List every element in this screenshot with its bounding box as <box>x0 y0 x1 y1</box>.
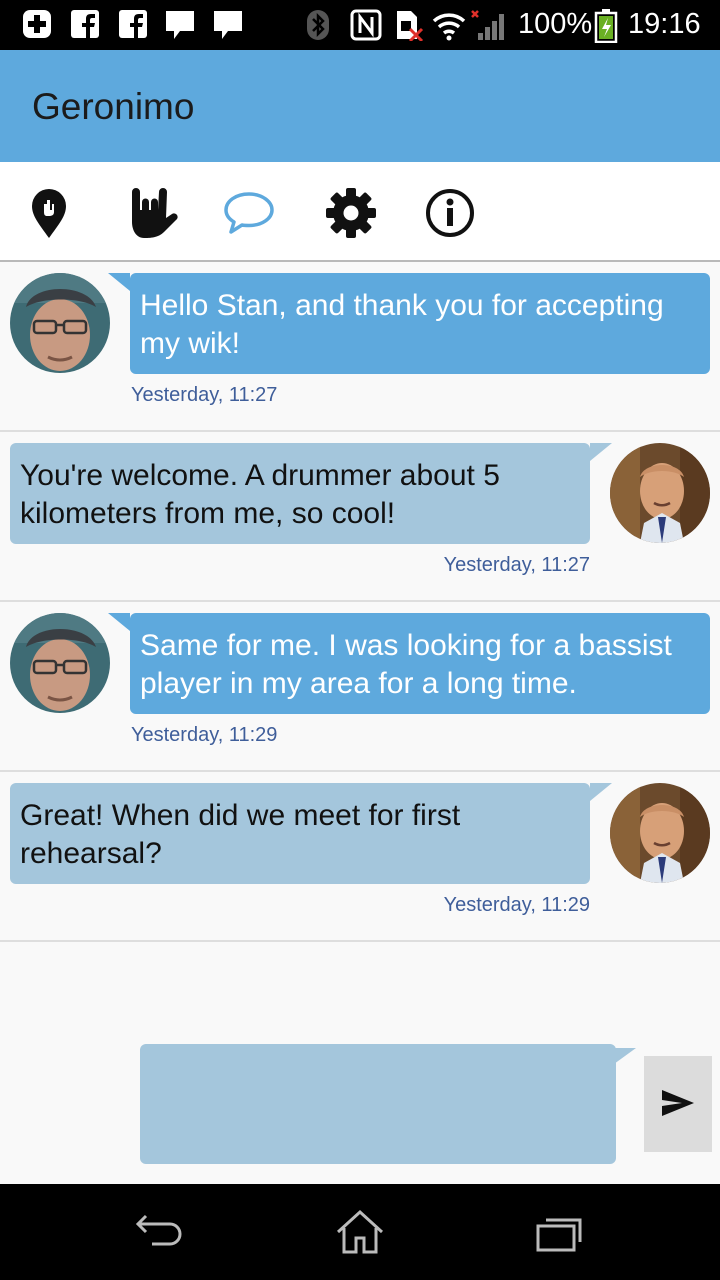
add-icon <box>23 10 51 38</box>
home-icon[interactable] <box>330 1206 390 1260</box>
info-icon[interactable] <box>423 186 477 240</box>
avatar-image <box>610 443 710 543</box>
tab-bar <box>0 162 720 262</box>
message-bubble: Great! When did we meet for first rehear… <box>10 783 612 884</box>
battery-percent: 100% <box>518 8 593 40</box>
avatar-geronimo[interactable] <box>610 783 710 883</box>
avatar-image <box>610 783 710 883</box>
screen: 100% 19:16 Geronimo Hello Stan, and than… <box>0 0 720 1280</box>
message-timestamp: Yesterday, 11:29 <box>443 894 590 916</box>
signal-icon <box>471 10 504 40</box>
chat-notification-icon <box>214 11 242 39</box>
avatar-stan[interactable] <box>10 273 110 373</box>
chat-notification-icon <box>166 11 194 39</box>
message-item: Hello Stan, and thank you for accepting … <box>0 262 720 432</box>
message-input[interactable] <box>140 1044 616 1164</box>
app-bar: Geronimo <box>0 50 720 162</box>
no-sim-icon <box>397 11 424 41</box>
message-item: You're welcome. A drummer about 5 kilome… <box>0 432 720 602</box>
chat-bubble-icon[interactable] <box>222 186 276 240</box>
message-input-tail <box>614 1048 636 1064</box>
message-timestamp: Yesterday, 11:27 <box>443 554 590 576</box>
message-item: Same for me. I was looking for a bassist… <box>0 602 720 772</box>
app-title: Geronimo <box>32 86 195 127</box>
rock-hand-icon[interactable] <box>124 186 178 240</box>
send-button[interactable] <box>644 1056 712 1152</box>
wifi-icon <box>432 13 466 41</box>
message-item: Great! When did we meet for first rehear… <box>0 772 720 942</box>
back-icon[interactable] <box>130 1206 190 1260</box>
send-icon <box>662 1089 694 1116</box>
message-timestamp: Yesterday, 11:29 <box>131 724 278 746</box>
battery-charging-icon <box>594 9 618 43</box>
message-bubble: Hello Stan, and thank you for accepting … <box>108 273 710 374</box>
bluetooth-icon <box>307 10 329 40</box>
facebook-icon <box>71 10 99 38</box>
avatar-image <box>10 273 110 373</box>
status-bar: 100% 19:16 <box>0 0 720 50</box>
nfc-icon <box>350 9 382 41</box>
facebook-icon <box>119 10 147 38</box>
map-pin-icon[interactable] <box>22 186 76 240</box>
gear-icon[interactable] <box>324 186 378 240</box>
navigation-bar <box>0 1184 720 1280</box>
avatar-stan[interactable] <box>10 613 110 713</box>
message-timestamp: Yesterday, 11:27 <box>131 384 278 406</box>
clock: 19:16 <box>628 8 701 40</box>
recent-apps-icon[interactable] <box>530 1206 590 1260</box>
message-bubble: You're welcome. A drummer about 5 kilome… <box>10 443 612 544</box>
avatar-geronimo[interactable] <box>610 443 710 543</box>
avatar-image <box>10 613 110 713</box>
message-bubble: Same for me. I was looking for a bassist… <box>108 613 710 714</box>
